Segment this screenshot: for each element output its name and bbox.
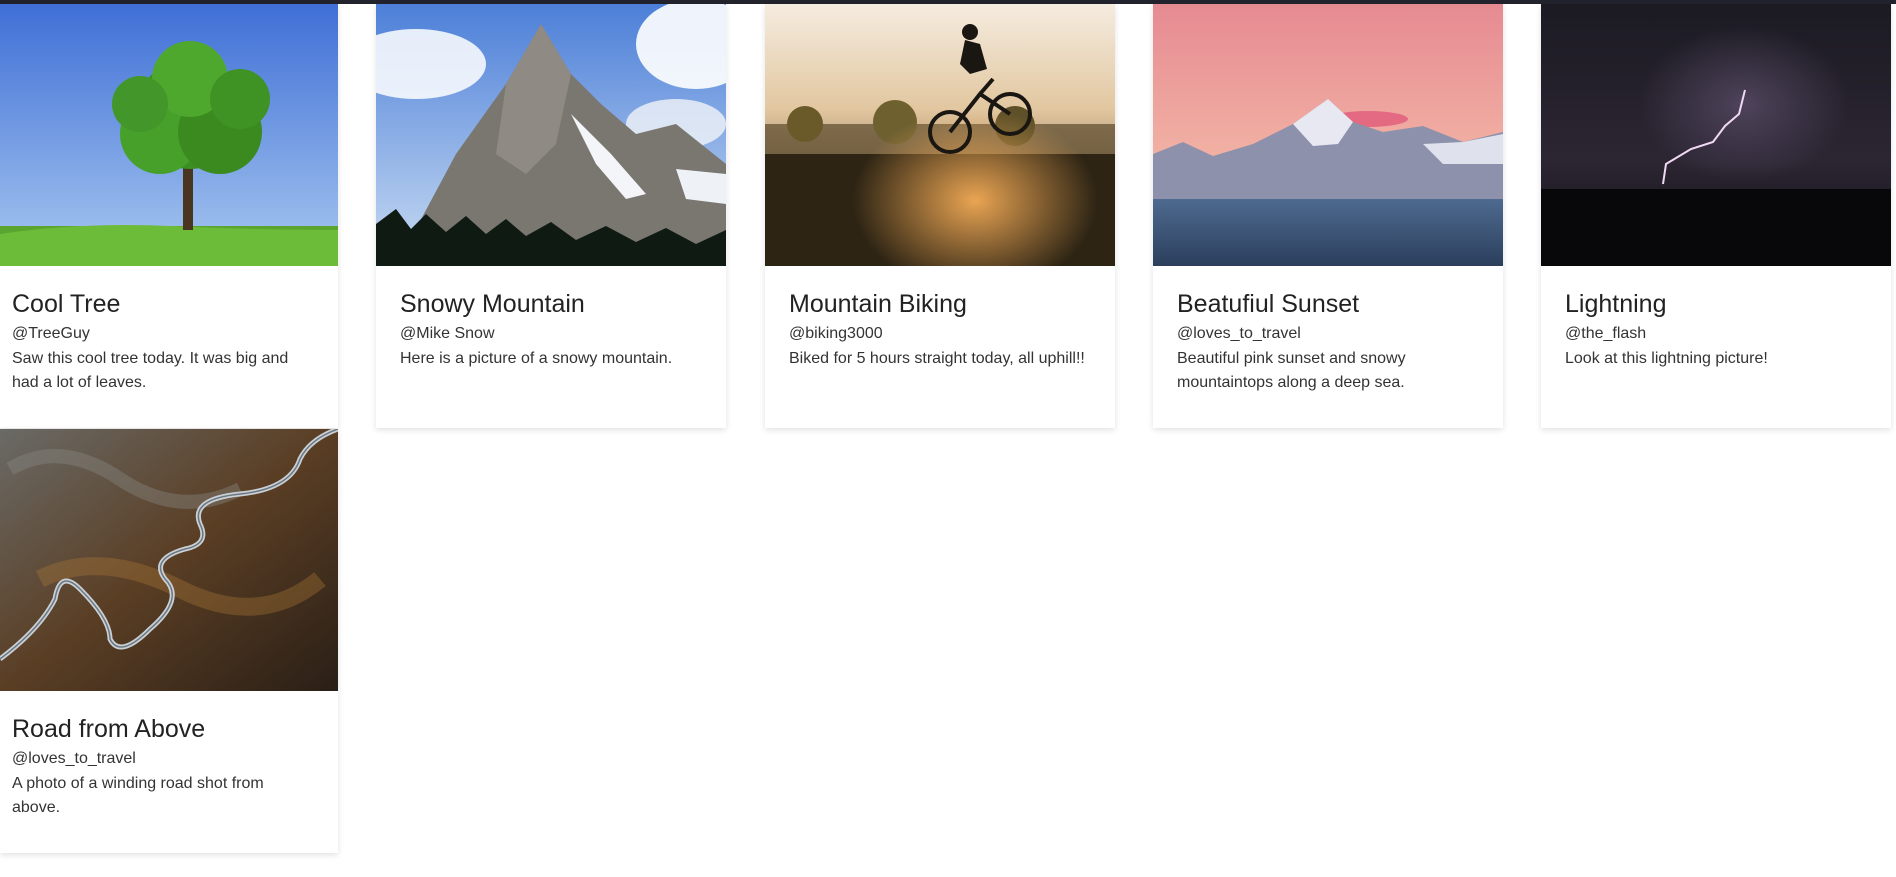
pink-sunset-image xyxy=(1153,4,1503,266)
winding-road-image xyxy=(0,429,338,691)
post-title: Mountain Biking xyxy=(789,290,967,318)
post-description: Biked for 5 hours straight today, all up… xyxy=(789,350,1085,367)
post-card-mountain-biking[interactable]: Mountain Biking @biking3000 Biked for 5 … xyxy=(765,4,1115,428)
post-title: Snowy Mountain xyxy=(400,290,585,318)
post-description: A photo of a winding road shot from abov… xyxy=(12,775,264,816)
post-description: Beautiful pink sunset and snowy mountain… xyxy=(1177,350,1406,391)
mountain-biker-image xyxy=(765,4,1115,266)
post-card-cool-tree[interactable]: Cool Tree @TreeGuy Saw this cool tree to… xyxy=(0,4,338,428)
post-username[interactable]: @Mike Snow xyxy=(400,325,495,343)
tree-image xyxy=(0,4,338,266)
post-title: Road from Above xyxy=(12,715,206,743)
post-username[interactable]: @loves_to_travel xyxy=(12,750,136,768)
post-title: Beatufiul Sunset xyxy=(1177,290,1360,318)
post-card-road-from-above[interactable]: Road from Above @loves_to_travel A photo… xyxy=(0,429,338,853)
post-card-snowy-mountain[interactable]: Snowy Mountain @Mike Snow Here is a pict… xyxy=(376,4,726,428)
post-card-lightning[interactable]: Lightning @the_flash Look at this lightn… xyxy=(1541,4,1891,428)
post-username[interactable]: @biking3000 xyxy=(789,325,883,343)
post-description: Saw this cool tree today. It was big and… xyxy=(12,350,289,391)
post-title: Lightning xyxy=(1565,290,1667,318)
post-username[interactable]: @loves_to_travel xyxy=(1177,325,1301,343)
post-card-beautiful-sunset[interactable]: Beatufiul Sunset @loves_to_travel Beauti… xyxy=(1153,4,1503,428)
post-description: Here is a picture of a snowy mountain. xyxy=(400,350,673,367)
snowy-mountain-image xyxy=(376,4,726,266)
post-title: Cool Tree xyxy=(12,290,121,318)
post-username[interactable]: @the_flash xyxy=(1565,325,1646,343)
post-description: Look at this lightning picture! xyxy=(1565,350,1768,367)
post-username[interactable]: @TreeGuy xyxy=(12,325,90,343)
lightning-image xyxy=(1541,4,1891,266)
